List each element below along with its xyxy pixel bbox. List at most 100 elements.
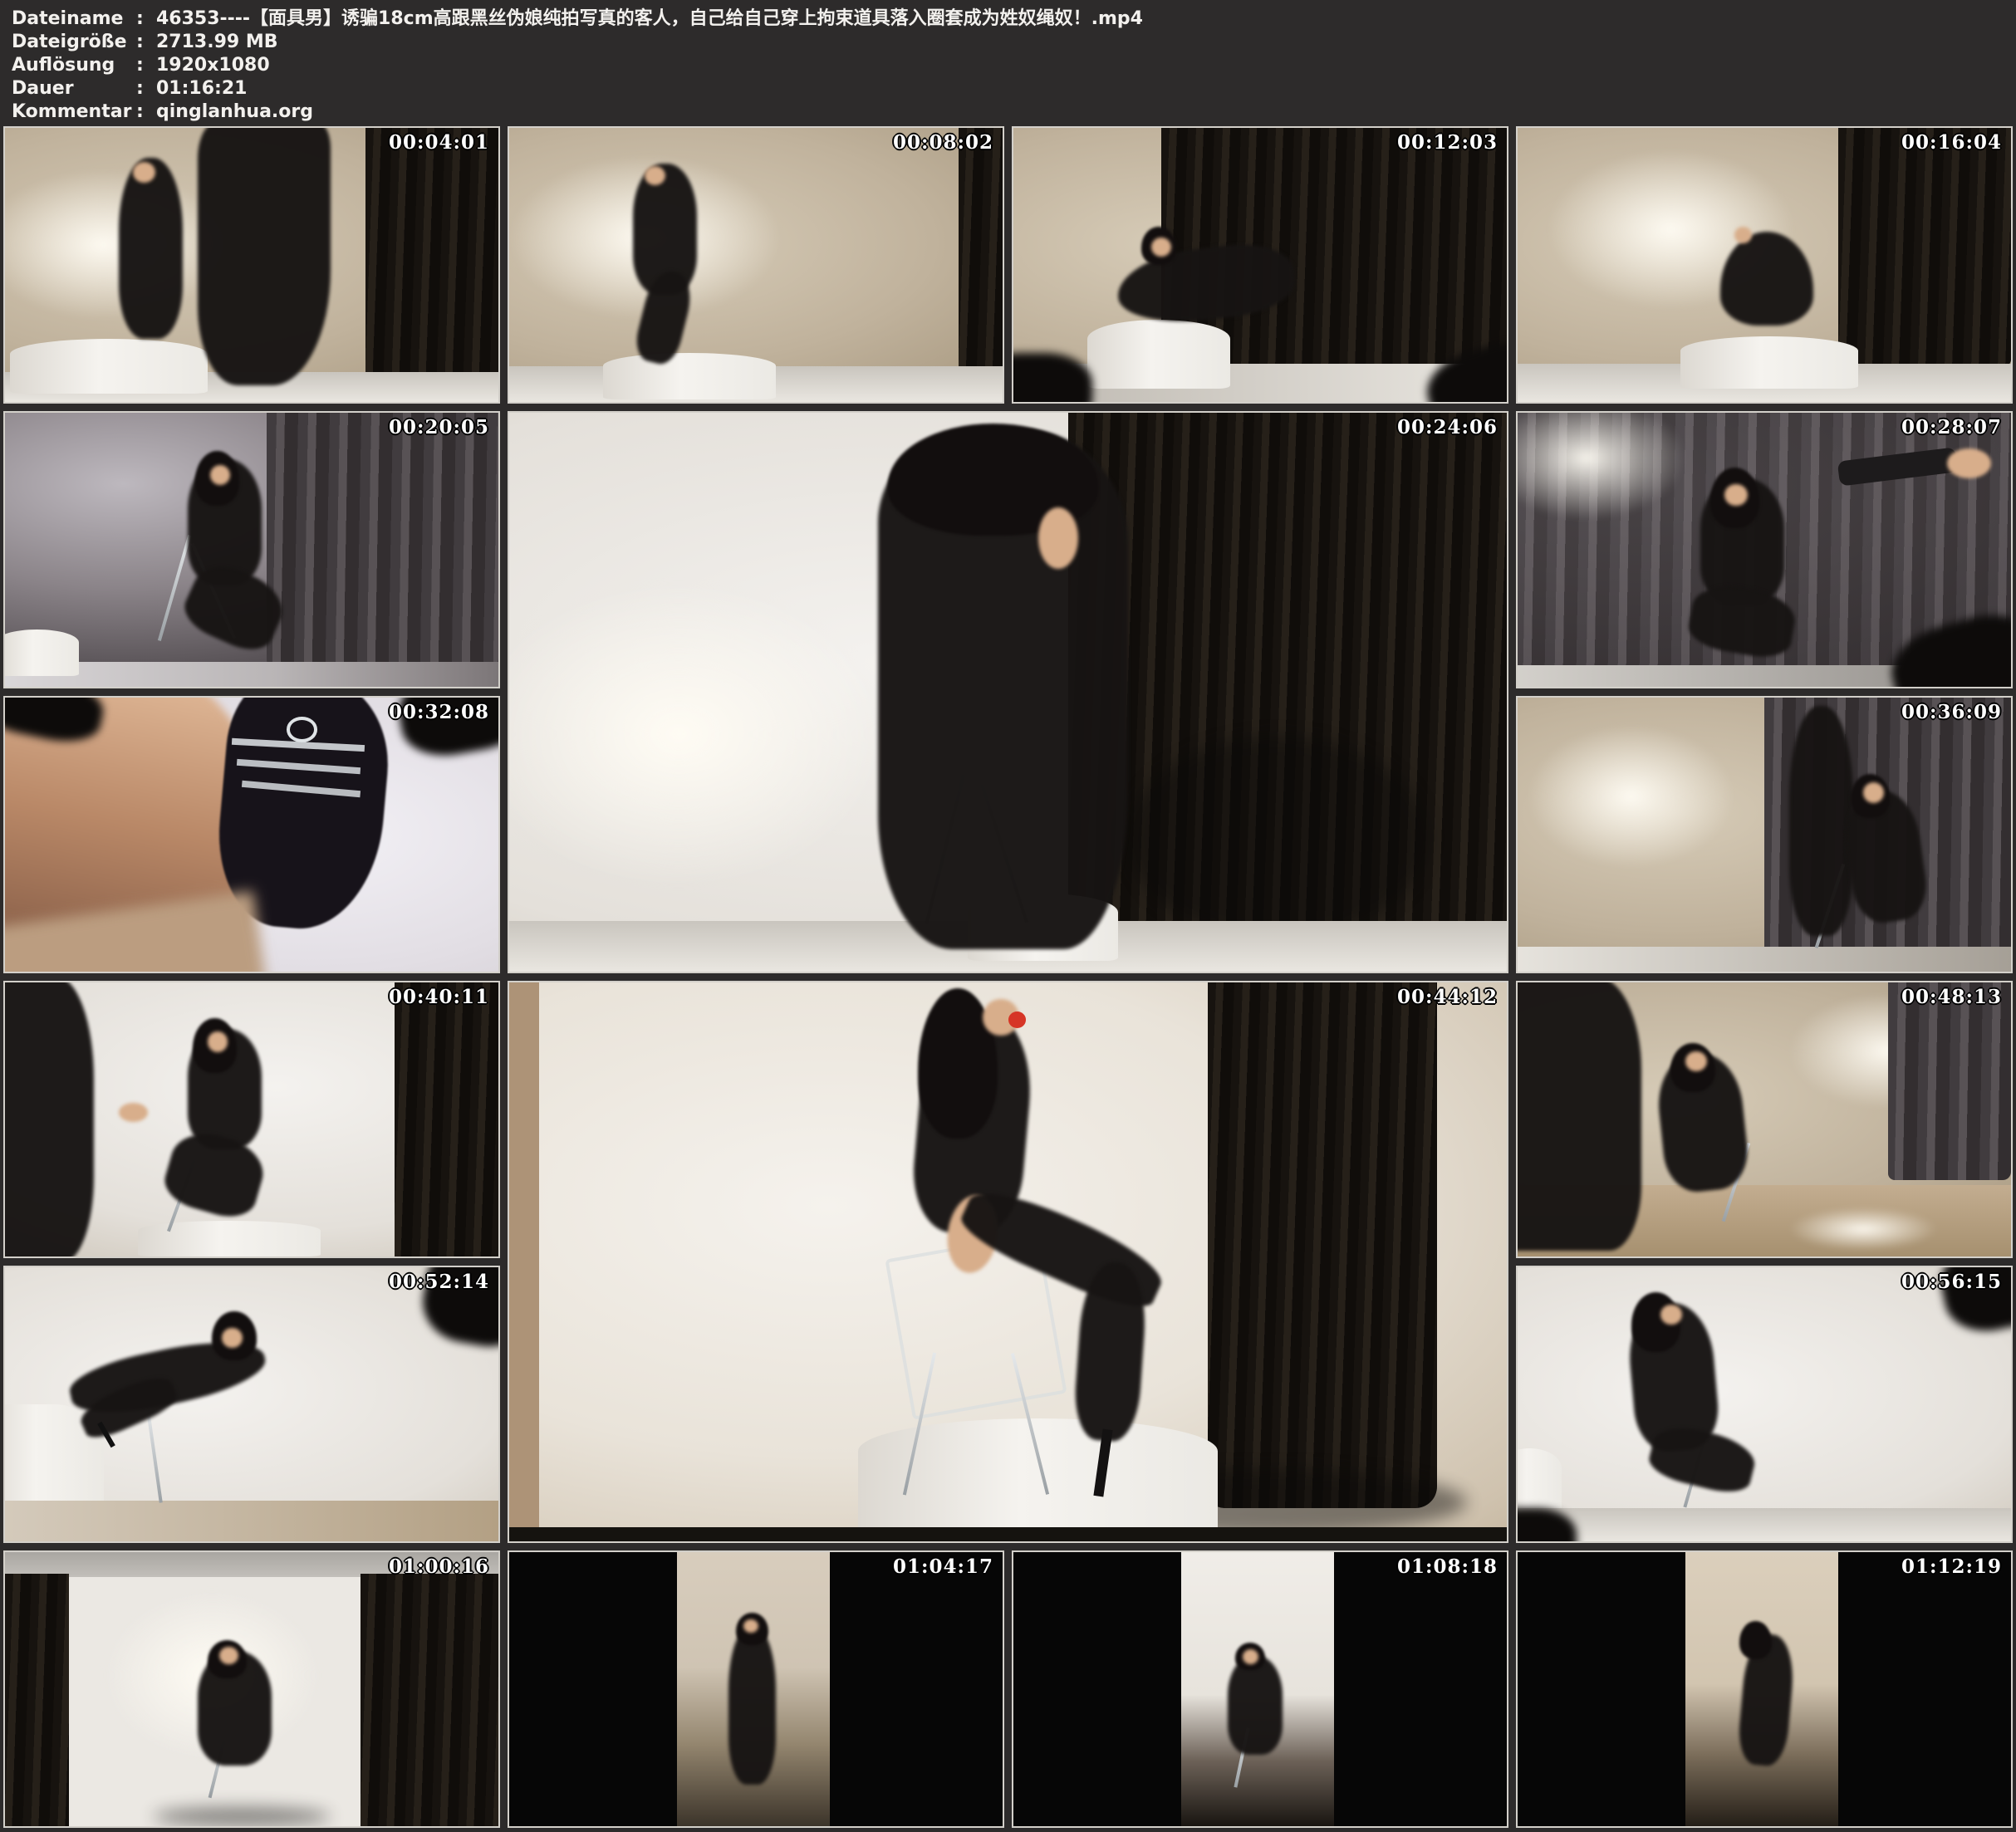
timestamp-overlay: 01:08:18 [1397, 1556, 1498, 1577]
video-thumbnail-5: 00:20:05 [3, 411, 500, 688]
meta-label: Dateigröße [12, 31, 136, 54]
pedestal-prop [1680, 336, 1858, 389]
gag-ball-detail [1008, 1012, 1027, 1028]
meta-label: Auflösung [12, 54, 136, 77]
thumbnail-image [1518, 128, 2011, 402]
timestamp-overlay: 00:04:01 [389, 132, 489, 153]
face-highlight [1151, 238, 1171, 257]
hair-shape [1739, 1621, 1772, 1659]
timestamp-overlay: 00:20:05 [389, 417, 489, 438]
studio-floor [1518, 947, 2011, 972]
video-thumbnail-1: 00:04:01 [3, 126, 500, 404]
timestamp-overlay: 00:36:09 [1901, 702, 2002, 723]
studio-floor [5, 662, 498, 687]
timestamp-overlay: 00:12:03 [1397, 132, 1498, 153]
meta-label: Kommentar [12, 100, 136, 124]
curtain-drape [959, 128, 1003, 369]
pedestal-prop [5, 629, 79, 676]
face-highlight [133, 162, 155, 183]
timestamp-overlay: 00:56:15 [1901, 1271, 2002, 1292]
thumbnail-image [1518, 982, 2011, 1256]
shadow-blob [153, 1807, 331, 1826]
light-glow [5, 169, 227, 321]
meta-label: Dauer [12, 77, 136, 100]
thumbnail-image [5, 698, 498, 972]
meta-value-filesize: 2713.99 MB [156, 31, 278, 54]
thumbnail-image [1013, 128, 1507, 402]
figure-silhouette [1518, 982, 1641, 1251]
curtain-drape [1888, 982, 2012, 1180]
timestamp-overlay: 00:44:12 [1397, 987, 1498, 1007]
figure-silhouette [1228, 1656, 1282, 1755]
meta-row-comment: Kommentar : qinglanhua.org [12, 100, 2016, 124]
skin-highlight [1038, 507, 1078, 569]
meta-value-duration: 01:16:21 [156, 77, 247, 100]
curtain-drape [5, 1574, 69, 1826]
thumbnail-image [509, 413, 1507, 972]
video-thumbnail-7: 00:28:07 [1516, 411, 2013, 688]
shadow-blob [1128, 737, 1427, 938]
face-highlight [219, 1647, 238, 1664]
video-thumbnail-10: 00:40:11 [3, 981, 500, 1258]
curtain-drape [1838, 128, 2011, 366]
curtain-drape [267, 413, 498, 668]
video-thumbnail-4: 00:16:04 [1516, 126, 2013, 404]
floor-tan [5, 1501, 498, 1542]
thumbnail-image [5, 413, 498, 687]
meta-row-filename: Dateiname : 46353----【面具男】诱骗18cm高跟黑丝伪娘纯拍… [12, 7, 2016, 31]
meta-separator: : [136, 77, 156, 100]
meta-value-comment: qinglanhua.org [156, 100, 313, 124]
video-thumbnail-16: 01:04:17 [508, 1550, 1004, 1828]
video-thumbnail-13: 00:52:14 [3, 1266, 500, 1543]
pedestal-prop [138, 1221, 321, 1256]
curtain-drape [1208, 982, 1437, 1508]
thumbnail-image [509, 128, 1003, 402]
thumbnail-image [1518, 1267, 2011, 1541]
video-thumbnail-6-large: 00:24:06 [508, 411, 1508, 973]
light-patch [1789, 1207, 1937, 1252]
video-thumbnail-12: 00:48:13 [1516, 981, 2013, 1258]
pedestal-prop [858, 1418, 1217, 1536]
timestamp-overlay: 00:16:04 [1901, 132, 2002, 153]
video-thumbnail-8: 00:32:08 [3, 696, 500, 973]
meta-separator: : [136, 100, 156, 124]
thumbnail-image [5, 1552, 498, 1826]
meta-value-resolution: 1920x1080 [156, 54, 270, 77]
thumbnail-grid: 00:04:01 00:08:02 [0, 123, 2016, 1831]
wall-edge [509, 982, 539, 1541]
face-highlight [1734, 227, 1752, 243]
file-metadata-header: Dateiname : 46353----【面具男】诱骗18cm高跟黑丝伪娘纯拍… [0, 0, 2016, 123]
hand-highlight [1947, 448, 1991, 478]
figure-silhouette [728, 1626, 775, 1785]
pedestal-prop [1087, 320, 1230, 389]
timestamp-overlay: 00:32:08 [389, 702, 489, 723]
timestamp-overlay: 01:00:16 [389, 1556, 489, 1577]
timestamp-overlay: 00:24:06 [1397, 417, 1498, 438]
meta-separator: : [136, 31, 156, 54]
thumbnail-image [5, 128, 498, 402]
thumbnail-image [509, 1552, 1003, 1826]
thumbnail-image [5, 1267, 498, 1541]
timestamp-overlay: 00:08:02 [893, 132, 993, 153]
curtain-drape [365, 128, 498, 394]
face-highlight [1863, 782, 1884, 803]
thumbnail-image [509, 982, 1507, 1541]
thumbnail-image [1013, 1552, 1507, 1826]
thumbnail-image [1518, 413, 2011, 687]
thumbnail-image [1518, 1552, 2011, 1826]
pedestal-prop [10, 339, 208, 394]
timestamp-overlay: 01:04:17 [893, 1556, 993, 1577]
meta-label: Dateiname [12, 7, 136, 31]
video-thumbnail-2: 00:08:02 [508, 126, 1004, 404]
video-thumbnail-17: 01:08:18 [1012, 1550, 1508, 1828]
figure-silhouette [5, 982, 94, 1256]
face-highlight [1724, 484, 1747, 506]
timestamp-overlay: 00:28:07 [1901, 417, 2002, 438]
video-thumbnail-9: 00:36:09 [1516, 696, 2013, 973]
video-thumbnail-14: 00:56:15 [1516, 1266, 2013, 1543]
figure-silhouette [198, 128, 331, 385]
bottom-band [509, 1527, 1507, 1541]
timestamp-overlay: 00:40:11 [389, 987, 489, 1007]
meta-row-duration: Dauer : 01:16:21 [12, 77, 2016, 100]
figure-silhouette [119, 158, 183, 339]
